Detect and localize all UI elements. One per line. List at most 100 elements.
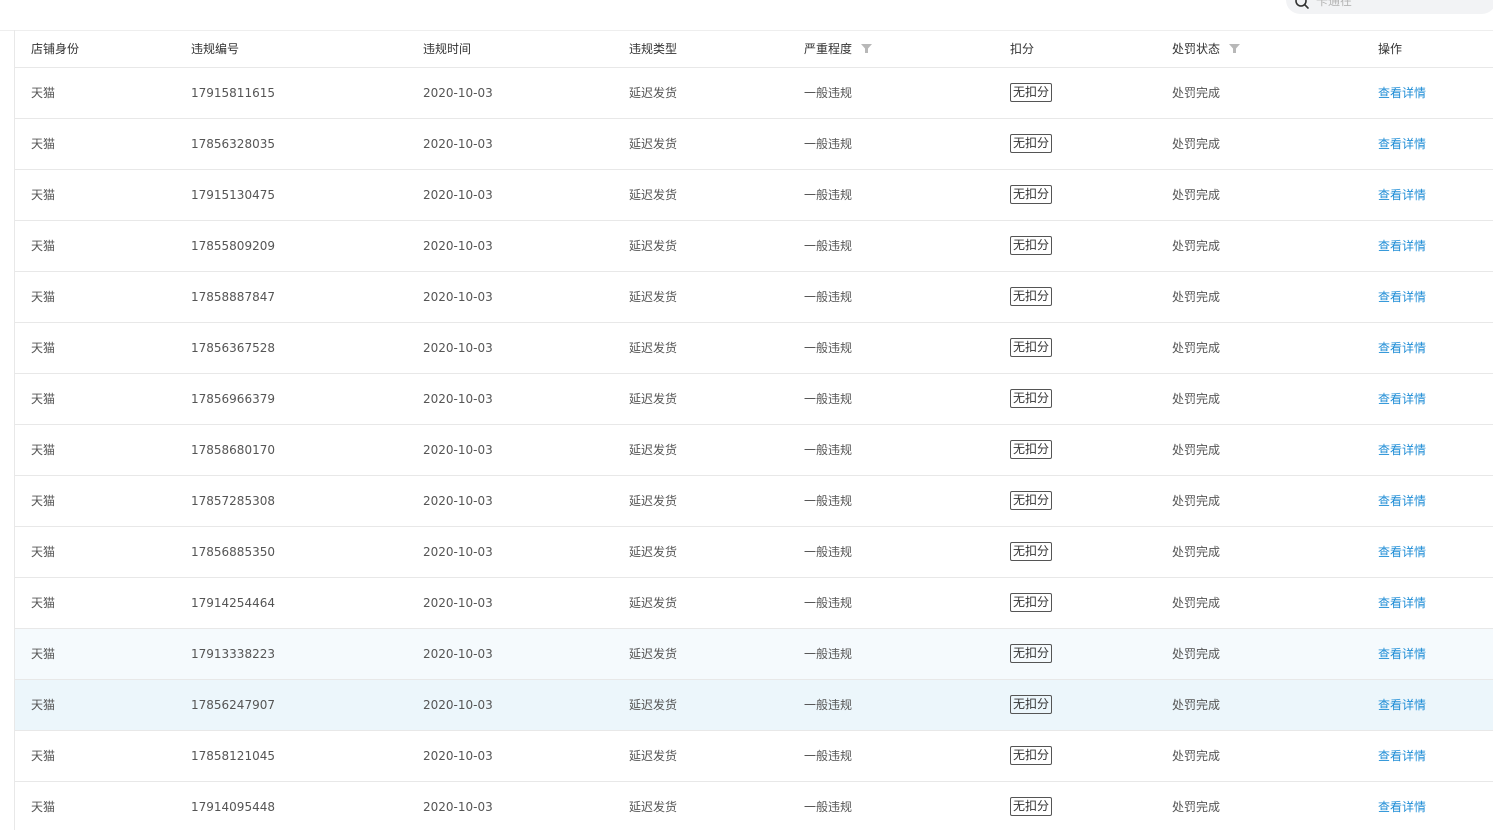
severity-text: 一般违规: [804, 290, 853, 304]
status-text: 处罚完成: [1172, 188, 1221, 202]
status-text: 处罚完成: [1172, 137, 1221, 151]
violation-type-cell: 延迟发货: [629, 118, 804, 170]
violation-type-cell: 延迟发货: [629, 220, 804, 272]
violation-date-cell: 2020-10-03: [423, 67, 629, 119]
violation-date-cell: 2020-10-03: [423, 118, 629, 170]
severity-text: 一般违规: [804, 494, 853, 508]
violation-type-cell: 延迟发货: [629, 169, 804, 221]
view-details-link[interactable]: 查看详情: [1378, 341, 1426, 355]
violation-date-cell: 2020-10-03: [423, 322, 629, 374]
status-cell: 处罚完成: [1172, 475, 1378, 527]
view-details-link[interactable]: 查看详情: [1378, 443, 1426, 457]
violation-type-cell: 延迟发货: [629, 526, 804, 578]
violation-id-text: 17914254464: [191, 595, 275, 610]
status-text: 处罚完成: [1172, 86, 1221, 100]
search-box[interactable]: 卡通在: [1286, 0, 1493, 14]
severity-text: 一般违规: [804, 800, 853, 814]
view-details-link[interactable]: 查看详情: [1378, 494, 1426, 508]
violation-id-text: 17858887847: [191, 289, 275, 304]
shop-cell: 天猫: [15, 577, 191, 629]
violation-id-text: 17856247907: [191, 697, 275, 712]
violation-id-text: 17915130475: [191, 187, 275, 202]
shop-cell: 天猫: [15, 67, 191, 119]
view-details-link[interactable]: 查看详情: [1378, 137, 1426, 151]
view-details-link[interactable]: 查看详情: [1378, 188, 1426, 202]
violation-date-text: 2020-10-03: [423, 748, 493, 763]
score-cell: 无扣分: [1010, 526, 1172, 578]
status-cell: 处罚完成: [1172, 730, 1378, 782]
col-header-label: 处罚状态: [1172, 41, 1221, 56]
status-cell: 处罚完成: [1172, 373, 1378, 425]
search-placeholder[interactable]: 卡通在: [1316, 0, 1352, 9]
status-cell: 处罚完成: [1172, 67, 1378, 119]
shop-text: 天猫: [31, 596, 56, 610]
view-details-link[interactable]: 查看详情: [1378, 545, 1426, 559]
filter-icon[interactable]: [1229, 43, 1241, 53]
action-cell: 查看详情: [1378, 475, 1493, 527]
severity-text: 一般违规: [804, 137, 853, 151]
search-icon[interactable]: [1294, 0, 1310, 10]
table-row: 天猫 17913338223 2020-10-03 延迟发货 一般违规 无扣分 处罚完成 查看…: [15, 628, 1493, 680]
view-details-link[interactable]: 查看详情: [1378, 392, 1426, 406]
violation-date-cell: 2020-10-03: [423, 679, 629, 731]
table-body: 天猫 17915811615 2020-10-03 延迟发货 一般违规 无扣分 处罚完成 查看…: [15, 67, 1493, 830]
score-badge: 无扣分: [1010, 134, 1053, 153]
table-row: 天猫 17856247907 2020-10-03 延迟发货 一般违规 无扣分 处罚完成 查看…: [15, 679, 1493, 731]
view-details-link[interactable]: 查看详情: [1378, 800, 1426, 814]
action-cell: 查看详情: [1378, 781, 1493, 830]
view-details-link[interactable]: 查看详情: [1378, 290, 1426, 304]
view-details-link[interactable]: 查看详情: [1378, 596, 1426, 610]
violation-id-cell: 17856247907: [191, 679, 423, 731]
violation-date-cell: 2020-10-03: [423, 628, 629, 680]
violation-date-cell: 2020-10-03: [423, 220, 629, 272]
view-details-link[interactable]: 查看详情: [1378, 239, 1426, 253]
shop-text: 天猫: [31, 341, 56, 355]
table-row: 天猫 17857285308 2020-10-03 延迟发货 一般违规 无扣分 处罚完成 查看…: [15, 475, 1493, 527]
score-badge: 无扣分: [1010, 236, 1053, 255]
shop-cell: 天猫: [15, 118, 191, 170]
violation-id-text: 17858121045: [191, 748, 275, 763]
violation-type-text: 延迟发货: [629, 800, 678, 814]
col-header-label: 严重程度: [804, 41, 853, 56]
violation-id-cell: 17858680170: [191, 424, 423, 476]
violation-date-text: 2020-10-03: [423, 187, 493, 202]
shop-text: 天猫: [31, 188, 56, 202]
violation-type-cell: 延迟发货: [629, 322, 804, 374]
shop-cell: 天猫: [15, 526, 191, 578]
violation-id-text: 17915811615: [191, 85, 275, 100]
violation-id-text: 17858680170: [191, 442, 275, 457]
status-cell: 处罚完成: [1172, 118, 1378, 170]
violation-date-cell: 2020-10-03: [423, 577, 629, 629]
violation-id-cell: 17914254464: [191, 577, 423, 629]
view-details-link[interactable]: 查看详情: [1378, 698, 1426, 712]
view-details-link[interactable]: 查看详情: [1378, 647, 1426, 661]
score-badge: 无扣分: [1010, 797, 1053, 816]
filter-icon[interactable]: [861, 43, 873, 53]
status-cell: 处罚完成: [1172, 424, 1378, 476]
view-details-link[interactable]: 查看详情: [1378, 86, 1426, 100]
severity-text: 一般违规: [804, 86, 853, 100]
score-cell: 无扣分: [1010, 679, 1172, 731]
col-header-status[interactable]: 处罚状态: [1172, 30, 1378, 68]
severity-text: 一般违规: [804, 647, 853, 661]
status-cell: 处罚完成: [1172, 526, 1378, 578]
shop-cell: 天猫: [15, 373, 191, 425]
violation-date-text: 2020-10-03: [423, 340, 493, 355]
violation-type-text: 延迟发货: [629, 749, 678, 763]
status-text: 处罚完成: [1172, 698, 1221, 712]
severity-cell: 一般违规: [804, 271, 1010, 323]
violation-type-text: 延迟发货: [629, 596, 678, 610]
action-cell: 查看详情: [1378, 220, 1493, 272]
shop-cell: 天猫: [15, 271, 191, 323]
table-row: 天猫 17858680170 2020-10-03 延迟发货 一般违规 无扣分 处罚完成 查看…: [15, 424, 1493, 476]
col-header-severity[interactable]: 严重程度: [804, 30, 1010, 68]
score-badge: 无扣分: [1010, 338, 1053, 357]
view-details-link[interactable]: 查看详情: [1378, 749, 1426, 763]
violation-id-cell: 17914095448: [191, 781, 423, 830]
table-row: 天猫 17856966379 2020-10-03 延迟发货 一般违规 无扣分 处罚完成 查看…: [15, 373, 1493, 425]
violation-date-text: 2020-10-03: [423, 391, 493, 406]
action-cell: 查看详情: [1378, 271, 1493, 323]
violation-id-cell: 17857285308: [191, 475, 423, 527]
score-badge: 无扣分: [1010, 491, 1053, 510]
severity-cell: 一般违规: [804, 169, 1010, 221]
